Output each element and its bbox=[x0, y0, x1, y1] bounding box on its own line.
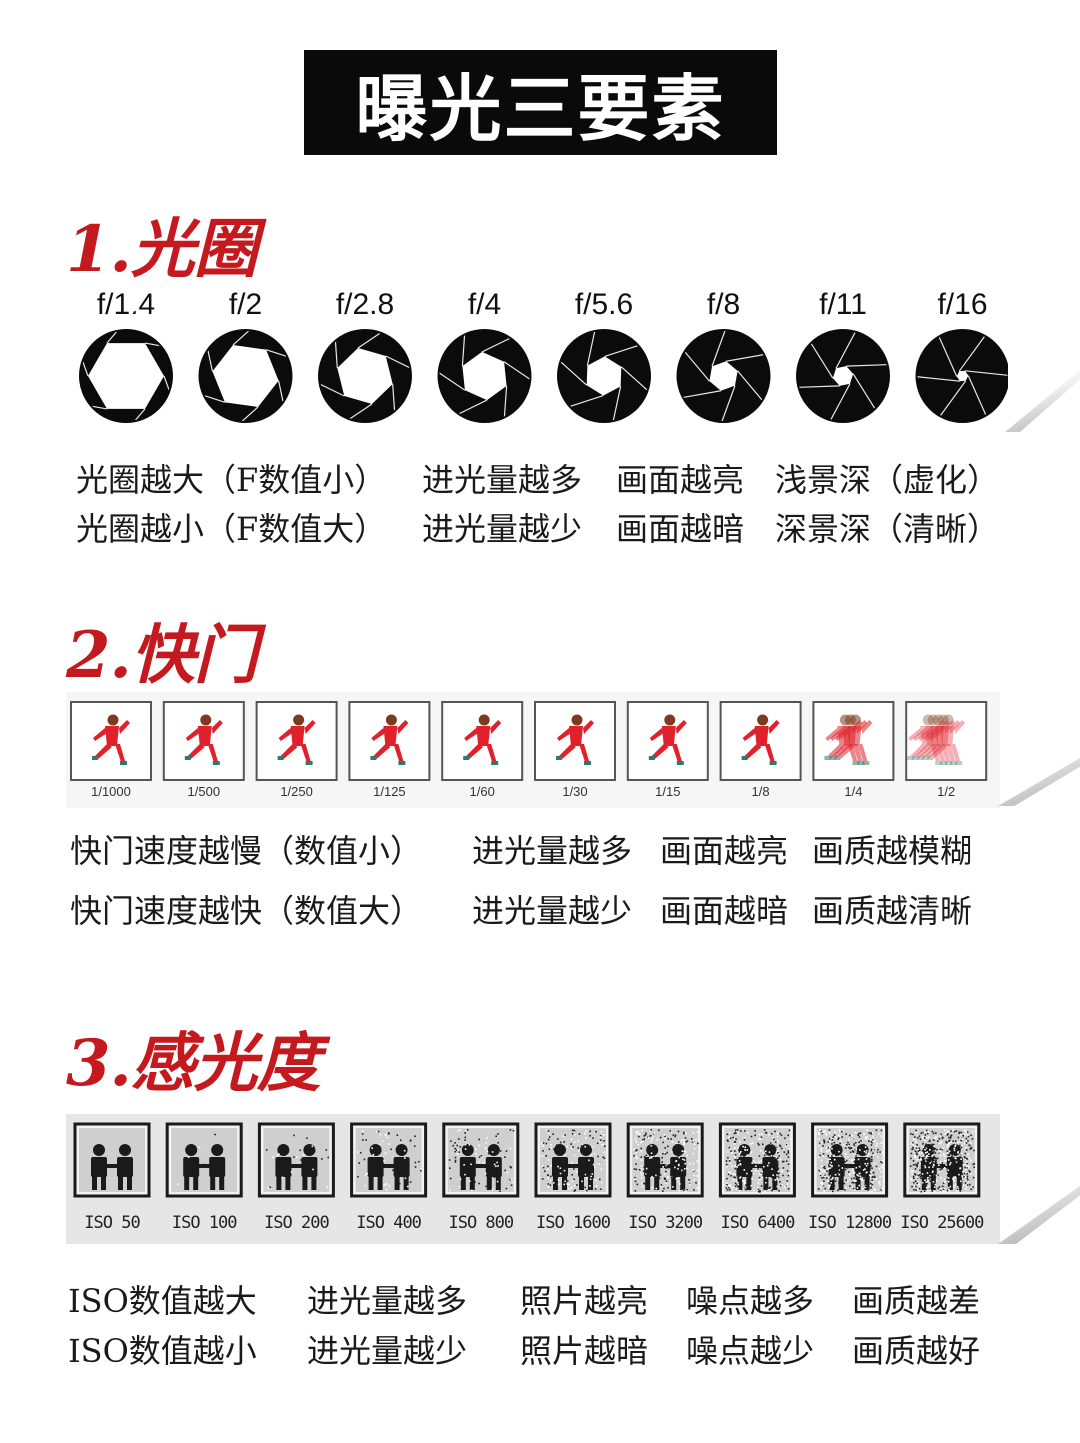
shutter-strip: 1/1000 1/500 1/250 1/125 1/60 1/30 1/15 1/8 1/4 1… bbox=[66, 692, 1000, 808]
shutter-row-2-cell: 进光量越少 bbox=[472, 892, 633, 930]
aperture-row-2-cell: 光圈越小（F数值大） bbox=[76, 510, 387, 548]
shutter-strip-shadow bbox=[998, 758, 1080, 806]
iso-value-label: ISO 800 bbox=[448, 1213, 513, 1233]
aperture-row-2-cell: 画面越暗 bbox=[616, 510, 745, 548]
shutter-speed-label: 1/1000 bbox=[91, 784, 131, 799]
iso-value-label: ISO 100 bbox=[172, 1213, 237, 1233]
iso-frame: ISO 6400 bbox=[718, 1122, 796, 1233]
f-stop-label: f/8 bbox=[707, 288, 740, 321]
iso-row-1-cell: 噪点越多 bbox=[686, 1282, 815, 1320]
iso-row-1-cell: 画质越差 bbox=[852, 1282, 981, 1320]
aperture-icon: f/5.6 bbox=[553, 288, 655, 430]
shutter-speed-label: 1/500 bbox=[188, 784, 221, 799]
iso-strip-shadow bbox=[998, 1186, 1080, 1244]
iso-value-label: ISO 6400 bbox=[720, 1213, 795, 1233]
iso-value-label: ISO 3200 bbox=[628, 1213, 703, 1233]
shutter-speed-label: 1/250 bbox=[280, 784, 313, 799]
aperture-icon: f/2.8 bbox=[304, 288, 426, 430]
shutter-frame: 1/60 bbox=[441, 701, 524, 799]
aperture-icon: f/1.4 bbox=[72, 288, 189, 432]
shutter-speed-label: 1/2 bbox=[937, 784, 955, 799]
iso-frame: ISO 800 bbox=[442, 1122, 520, 1233]
aperture-row-2-cell: 进光量越少 bbox=[422, 510, 583, 548]
f-stop-label: f/2.8 bbox=[336, 288, 394, 321]
iso-frame: ISO 400 bbox=[350, 1122, 428, 1233]
shutter-speed-label: 1/125 bbox=[373, 784, 406, 799]
aperture-icon: f/4 bbox=[428, 288, 541, 430]
shutter-frame: 1/8 bbox=[719, 701, 802, 799]
shutter-row-1-cell: 快门速度越慢（数值小） bbox=[70, 832, 423, 870]
iso-frame: ISO 12800 bbox=[808, 1122, 893, 1233]
aperture-strip-shadow bbox=[1005, 370, 1080, 432]
f-stop-label: f/4 bbox=[468, 288, 501, 321]
iso-value-label: ISO 200 bbox=[264, 1213, 329, 1233]
iso-value-label: ISO 25600 bbox=[900, 1213, 984, 1233]
iso-row-1-cell: 进光量越多 bbox=[307, 1282, 468, 1320]
iso-value-label: ISO 400 bbox=[356, 1213, 421, 1233]
iso-row-2-cell: 噪点越少 bbox=[686, 1332, 815, 1370]
shutter-frame: 1/250 bbox=[255, 701, 338, 799]
shutter-speed-label: 1/15 bbox=[655, 784, 680, 799]
iso-value-label: ISO 1600 bbox=[536, 1213, 611, 1233]
aperture-row-1-cell: 光圈越大（F数值小） bbox=[76, 461, 387, 499]
iso-frame: ISO 50 bbox=[73, 1122, 151, 1233]
shutter-frame: 1/125 bbox=[348, 701, 431, 799]
f-stop-label: f/11 bbox=[819, 288, 867, 321]
aperture-icon: f/16 bbox=[915, 288, 1008, 423]
iso-diagram: ISO 50 ISO 100 ISO 200 ISO 400 ISO 800 ISO 16… bbox=[73, 1122, 985, 1233]
page-title: 曝光三要素 bbox=[304, 50, 777, 155]
iso-row-2-cell: 照片越暗 bbox=[520, 1332, 649, 1370]
f-stop-label: f/2 bbox=[229, 288, 262, 321]
shutter-row-2-cell: 画质越清晰 bbox=[812, 892, 973, 930]
aperture-icon: f/2 bbox=[182, 288, 309, 432]
iso-row-1-cell: ISO数值越大 bbox=[68, 1282, 257, 1320]
iso-frame: ISO 3200 bbox=[626, 1122, 704, 1233]
aperture-row-2-cell: 深景深（清晰） bbox=[775, 510, 1000, 548]
shutter-row-2-cell: 画面越暗 bbox=[660, 892, 789, 930]
shutter-frame: 1/4 bbox=[812, 701, 895, 799]
iso-heading: 3.感光度 bbox=[66, 1026, 321, 1101]
aperture-diagram: f/1.4 f/2 f/2.8 f/4 f/5.6 f/8 f/11 f/16 bbox=[72, 288, 1008, 432]
iso-value-label: ISO 12800 bbox=[808, 1213, 892, 1233]
shutter-row-1-cell: 进光量越多 bbox=[472, 832, 633, 870]
shutter-frame: 1/500 bbox=[162, 701, 245, 799]
aperture-row-1-cell: 进光量越多 bbox=[422, 461, 583, 499]
iso-value-label: ISO 50 bbox=[84, 1213, 140, 1233]
shutter-speed-label: 1/8 bbox=[752, 784, 770, 799]
iso-frame: ISO 25600 bbox=[900, 1122, 985, 1233]
f-stop-label: f/5.6 bbox=[575, 288, 633, 321]
aperture-icon: f/11 bbox=[795, 288, 891, 423]
shutter-speed-label: 1/60 bbox=[470, 784, 495, 799]
shutter-heading: 2.快门 bbox=[66, 618, 258, 693]
shutter-frame: 1/2 bbox=[905, 701, 988, 799]
shutter-diagram: 1/1000 1/500 1/250 1/125 1/60 1/30 1/15 1/8 1/4 1… bbox=[70, 701, 988, 799]
shutter-frame: 1/30 bbox=[534, 701, 616, 799]
iso-strip: ISO 50 ISO 100 ISO 200 ISO 400 ISO 800 ISO 16… bbox=[66, 1114, 1000, 1244]
shutter-speed-label: 1/30 bbox=[562, 784, 587, 799]
iso-row-1-cell: 照片越亮 bbox=[520, 1282, 649, 1320]
shutter-row-2-cell: 快门速度越快（数值大） bbox=[70, 892, 423, 930]
shutter-speed-label: 1/4 bbox=[844, 784, 862, 799]
aperture-heading: 1.光圈 bbox=[66, 212, 258, 287]
iso-row-2-cell: 画质越好 bbox=[852, 1332, 981, 1370]
iso-frame: ISO 1600 bbox=[534, 1122, 612, 1233]
aperture-row-1-cell: 浅景深（虚化） bbox=[775, 461, 1000, 499]
aperture-icon: f/8 bbox=[676, 288, 771, 428]
iso-row-2-cell: 进光量越少 bbox=[307, 1332, 468, 1370]
aperture-row-1-cell: 画面越亮 bbox=[616, 461, 745, 499]
iso-frame: ISO 200 bbox=[257, 1122, 335, 1233]
iso-row-2-cell: ISO数值越小 bbox=[68, 1332, 257, 1370]
iso-frame: ISO 100 bbox=[165, 1122, 243, 1233]
shutter-frame: 1/15 bbox=[626, 701, 709, 799]
f-stop-label: f/1.4 bbox=[97, 288, 155, 321]
shutter-row-1-cell: 画质越模糊 bbox=[812, 832, 973, 870]
f-stop-label: f/16 bbox=[937, 288, 987, 321]
shutter-frame: 1/1000 bbox=[70, 701, 152, 799]
shutter-row-1-cell: 画面越亮 bbox=[660, 832, 789, 870]
